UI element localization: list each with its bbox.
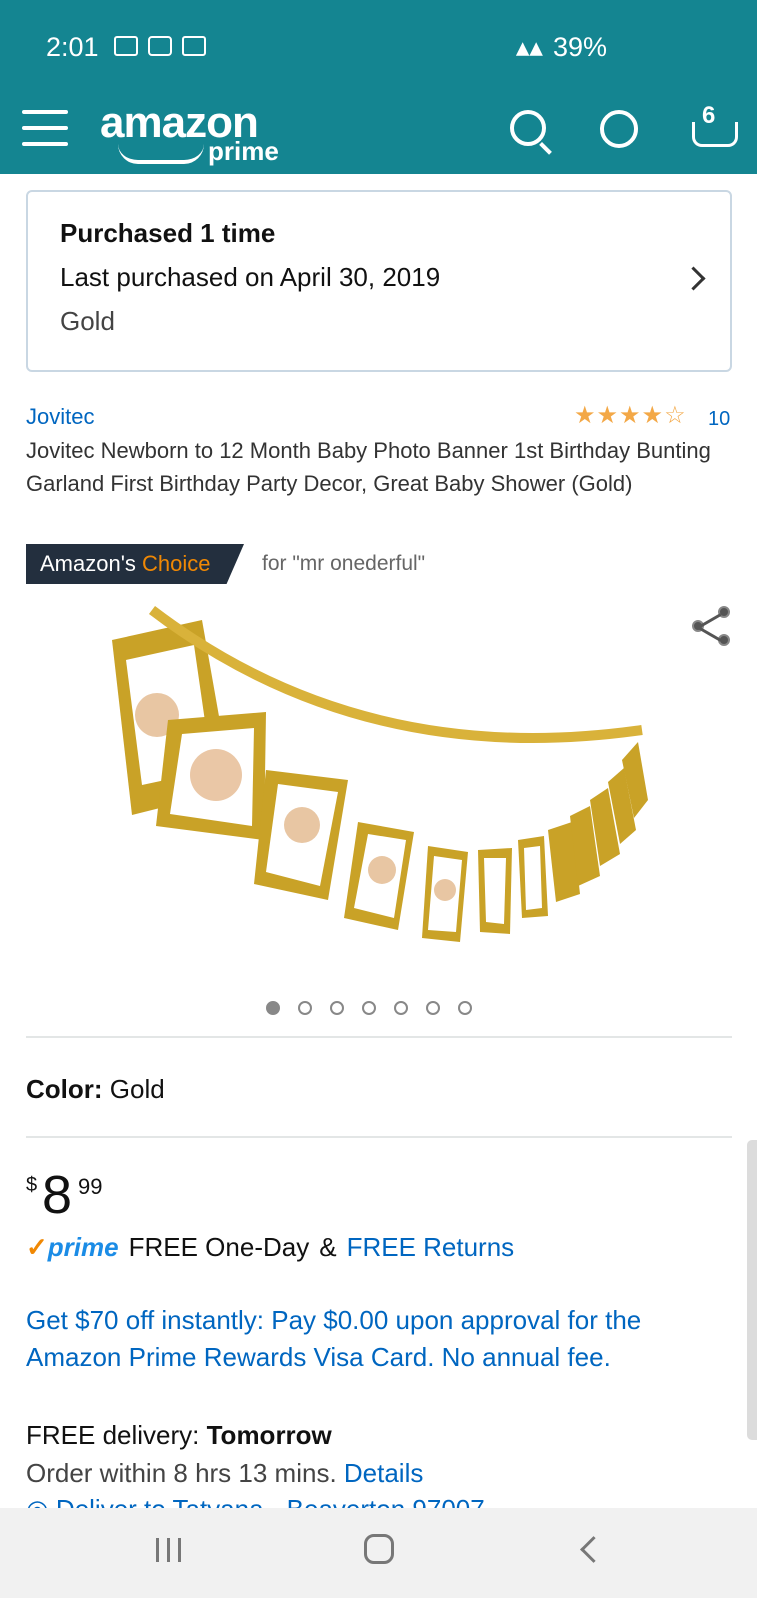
pager-dot[interactable] bbox=[362, 1001, 376, 1015]
free-returns-link[interactable]: FREE Returns bbox=[347, 1232, 515, 1263]
star-icon: ★ bbox=[574, 402, 596, 429]
purchased-count: Purchased 1 time bbox=[60, 218, 276, 248]
price-whole: 8 bbox=[42, 1165, 73, 1225]
star-icon: ★ bbox=[641, 402, 664, 429]
mail-icon bbox=[182, 36, 206, 56]
pager-dot[interactable] bbox=[426, 1001, 440, 1015]
pager-dot[interactable] bbox=[394, 1001, 408, 1015]
promo-link[interactable]: Get $70 off instantly: Pay $0.00 upon ap… bbox=[26, 1302, 732, 1376]
battery-percentage: 39% bbox=[552, 32, 607, 62]
last-purchased-date: Last purchased on April 30, 2019 bbox=[60, 262, 441, 292]
color-label: Color: bbox=[26, 1074, 103, 1104]
delivery-info: FREE delivery: Tomorrow bbox=[26, 1420, 332, 1451]
price-fraction: 99 bbox=[78, 1174, 103, 1199]
amazon-prime-logo[interactable]: amazon prime bbox=[100, 98, 279, 166]
notification-icons bbox=[114, 36, 206, 56]
check-icon: ✓ bbox=[26, 1232, 48, 1262]
star-icon: ★ bbox=[596, 402, 619, 429]
pager-dot[interactable] bbox=[266, 1001, 280, 1015]
share-icon[interactable] bbox=[692, 606, 732, 646]
divider bbox=[26, 1036, 732, 1038]
message-icon bbox=[148, 36, 172, 56]
star-half-icon: ☆ bbox=[664, 402, 686, 429]
cart-icon[interactable]: 6 bbox=[686, 102, 738, 150]
back-icon[interactable] bbox=[580, 1536, 607, 1563]
color-selector[interactable]: Color: Gold bbox=[26, 1074, 165, 1105]
image-pager[interactable] bbox=[266, 1001, 472, 1015]
cart-count: 6 bbox=[702, 102, 716, 129]
search-icon[interactable] bbox=[510, 110, 546, 146]
choice-keyword: for "mr onederful" bbox=[262, 552, 426, 575]
order-countdown: Order within 8 hrs 13 mins. Details bbox=[26, 1458, 423, 1489]
color-value: Gold bbox=[109, 1074, 165, 1104]
brand-link[interactable]: Jovitec bbox=[26, 404, 94, 430]
status-bar: 2:01 ▴▴ 39% bbox=[0, 0, 757, 96]
signal-icon: ▴▴ bbox=[515, 32, 543, 62]
star-rating[interactable]: ★ ★ ★ ★ ☆ bbox=[574, 404, 686, 428]
free-one-day: FREE One-Day bbox=[128, 1232, 310, 1262]
rating-count[interactable]: 10 bbox=[708, 408, 730, 431]
system-nav-bar bbox=[0, 1508, 757, 1598]
alexa-icon[interactable] bbox=[600, 110, 638, 148]
prime-badge: ✓prime bbox=[26, 1232, 119, 1263]
details-link[interactable]: Details bbox=[344, 1458, 423, 1488]
pager-dot[interactable] bbox=[330, 1001, 344, 1015]
recent-apps-icon[interactable] bbox=[156, 1538, 181, 1562]
choice-label-a: Amazon's bbox=[40, 551, 143, 576]
star-icon: ★ bbox=[619, 402, 641, 429]
ampersand: & bbox=[319, 1232, 337, 1262]
product-title: Jovitec Newborn to 12 Month Baby Photo B… bbox=[26, 438, 711, 496]
delivery-date: Tomorrow bbox=[206, 1420, 332, 1450]
logo-sub: prime bbox=[208, 136, 279, 166]
purchased-variant: Gold bbox=[60, 306, 115, 336]
logo-smile bbox=[118, 144, 204, 164]
pager-dot[interactable] bbox=[298, 1001, 312, 1015]
shipping-row: ✓prime FREE One-Day & FREE Returns bbox=[26, 1232, 514, 1263]
choice-label-b: Choice bbox=[142, 551, 211, 576]
system-status: ▴▴ 39% bbox=[516, 32, 607, 63]
scrollbar[interactable] bbox=[747, 1140, 757, 1440]
purchase-history-card[interactable]: Purchased 1 time Last purchased on April… bbox=[26, 190, 732, 372]
price-currency: $ bbox=[26, 1174, 38, 1196]
product-image[interactable] bbox=[112, 600, 648, 960]
divider bbox=[26, 1136, 732, 1138]
app-header: amazon prime 6 bbox=[0, 96, 757, 174]
pager-dot[interactable] bbox=[458, 1001, 472, 1015]
status-time: 2:01 bbox=[46, 32, 99, 62]
photo-icon bbox=[114, 36, 138, 56]
delivery-label: FREE delivery: bbox=[26, 1420, 207, 1450]
order-within-text: Order within 8 hrs 13 mins. bbox=[26, 1458, 344, 1488]
prime-text: prime bbox=[47, 1232, 119, 1262]
menu-icon[interactable] bbox=[22, 110, 68, 150]
amazons-choice-badge: Amazon's Choice bbox=[26, 544, 244, 584]
chevron-right-icon bbox=[681, 266, 706, 291]
home-icon[interactable] bbox=[364, 1534, 394, 1564]
